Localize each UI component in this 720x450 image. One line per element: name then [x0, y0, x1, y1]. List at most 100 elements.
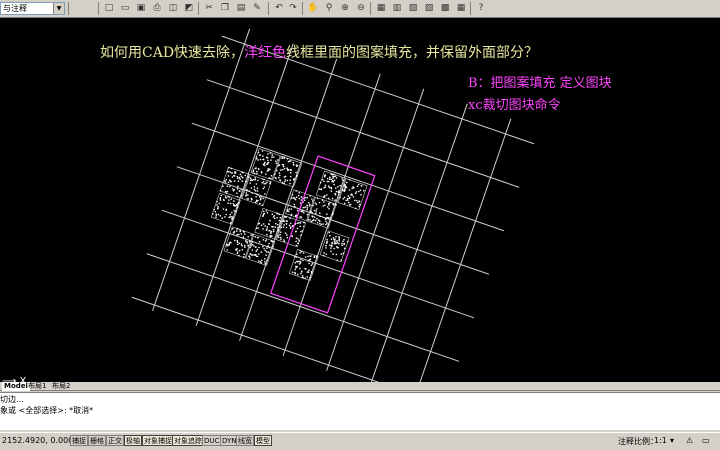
hatch-dot: [328, 197, 330, 200]
calc-icon[interactable]: ▦: [454, 2, 468, 15]
hatch-dot: [246, 241, 249, 243]
hatch-dot: [225, 213, 227, 216]
hatch-dot: [251, 192, 253, 194]
hatch-dot: [288, 224, 291, 227]
hatch-dot: [230, 167, 232, 170]
hatch-dot: [309, 276, 311, 279]
zoom-realtime-icon[interactable]: ⚲: [322, 2, 336, 15]
hatch-dot: [341, 244, 343, 247]
otrack-toggle[interactable]: 对象追踪: [172, 435, 204, 446]
hatch-dot: [300, 272, 302, 275]
hatch-dot: [264, 258, 266, 260]
copy-icon[interactable]: ❐: [218, 2, 232, 15]
hatch-dot: [340, 253, 343, 255]
hatch-dot: [331, 173, 334, 176]
hatch-dot: [316, 217, 318, 220]
grid-toggle[interactable]: 栅格: [88, 435, 106, 446]
chevron-down-icon[interactable]: ▼: [53, 3, 64, 14]
hatch-dot: [331, 197, 334, 200]
tab-layout1[interactable]: 布局1: [26, 382, 48, 391]
hatch-dot: [339, 196, 341, 199]
tab-layout2[interactable]: 布局2: [50, 382, 72, 391]
hatch-dot: [357, 201, 359, 204]
cut-icon[interactable]: ✂: [202, 2, 216, 15]
drawing-canvas[interactable]: 如何用CAD快速去除，洋红色线框里面的图案填充，并保留外面部分？ B：把图案填充…: [0, 18, 720, 387]
hatch-dot: [325, 220, 327, 223]
hatch-dot: [238, 254, 240, 257]
save-icon[interactable]: ▣: [134, 2, 148, 15]
hatch-dot: [335, 246, 338, 248]
publish-icon[interactable]: ◩: [182, 2, 196, 15]
hatch-dot: [291, 271, 294, 273]
properties-icon[interactable]: ▦: [374, 2, 388, 15]
hatch-dot: [338, 191, 341, 194]
hatch-dot: [288, 208, 291, 210]
command-input[interactable]: [0, 417, 720, 427]
open-icon[interactable]: ▭: [118, 2, 132, 15]
help-icon[interactable]: ?: [474, 2, 488, 15]
hatch-dot: [298, 192, 301, 194]
hatch-dot: [265, 173, 267, 175]
hatch-dot: [319, 215, 321, 218]
hatch-dot: [260, 196, 263, 198]
hatch-dot: [322, 254, 325, 257]
coordinate-readout: 2152.4920, 0.0000: [2, 436, 79, 445]
hatch-dot: [255, 196, 257, 198]
preview-icon[interactable]: ◫: [166, 2, 180, 15]
hatch-dot: [254, 190, 257, 192]
style-select[interactable]: 与注释 ▼: [0, 2, 65, 15]
zoom-window-icon[interactable]: ⊕: [338, 2, 352, 15]
pan-icon[interactable]: ✋: [306, 2, 320, 15]
chevron-down-icon[interactable]: ▾: [670, 436, 674, 445]
redo-icon[interactable]: ↷: [286, 2, 300, 15]
annotation-visibility-icon[interactable]: ⚠: [686, 436, 693, 445]
hatch-dot: [347, 201, 350, 204]
lineweight-toggle[interactable]: 线宽: [236, 435, 254, 446]
hatch-dot: [277, 213, 279, 215]
hatch-dot: [296, 165, 298, 168]
hatch-dot: [327, 185, 330, 187]
undo-icon[interactable]: ↶: [272, 2, 286, 15]
hatch-dot: [228, 196, 231, 198]
hatch-dot: [308, 269, 310, 271]
paste-icon[interactable]: ▤: [234, 2, 248, 15]
new-icon[interactable]: □: [102, 2, 116, 15]
matchprop-icon[interactable]: ✎: [250, 2, 264, 15]
hatch-dot: [325, 217, 328, 219]
hatch-dot: [311, 216, 314, 218]
toolpalettes-icon[interactable]: ▧: [406, 2, 420, 15]
hatch-dot: [350, 194, 352, 196]
hatch-dot: [237, 185, 239, 188]
osnap-toggle[interactable]: 对象捕捉: [142, 435, 174, 446]
hatch-dot: [277, 164, 280, 167]
sheetset-icon[interactable]: ▨: [422, 2, 436, 15]
hatch-dot: [230, 198, 232, 200]
designcenter-icon[interactable]: ▥: [390, 2, 404, 15]
zoom-previous-icon[interactable]: ⊖: [354, 2, 368, 15]
hatch-dot: [252, 170, 255, 173]
hatch-dot: [289, 175, 292, 178]
snap-toggle[interactable]: 捕捉: [70, 435, 88, 446]
hatch-dot: [331, 213, 334, 216]
hatch-dot: [280, 226, 283, 229]
hatch-dot: [310, 220, 313, 223]
hatch-dot: [266, 228, 268, 230]
hatch-dot: [286, 179, 289, 182]
hatch-dot: [254, 236, 257, 238]
ortho-toggle[interactable]: 正交: [106, 435, 124, 446]
hatch-dot: [248, 190, 251, 192]
hatch-dot: [226, 243, 228, 246]
hatch-dot: [266, 233, 268, 236]
hatch-dot: [316, 197, 319, 200]
annotation-scale-value[interactable]: 1:1: [654, 436, 667, 445]
hatch-dot: [347, 195, 350, 197]
hatch-dot: [299, 222, 302, 224]
hatch-dot: [228, 244, 230, 246]
hatch-dot: [324, 186, 327, 188]
hatch-dot: [279, 222, 281, 224]
plot-icon[interactable]: ⎙: [150, 2, 164, 15]
model-toggle[interactable]: 模型: [254, 435, 272, 446]
polar-toggle[interactable]: 极轴: [124, 435, 142, 446]
tray-settings-icon[interactable]: ▭: [702, 436, 710, 445]
markup-icon[interactable]: ▩: [438, 2, 452, 15]
